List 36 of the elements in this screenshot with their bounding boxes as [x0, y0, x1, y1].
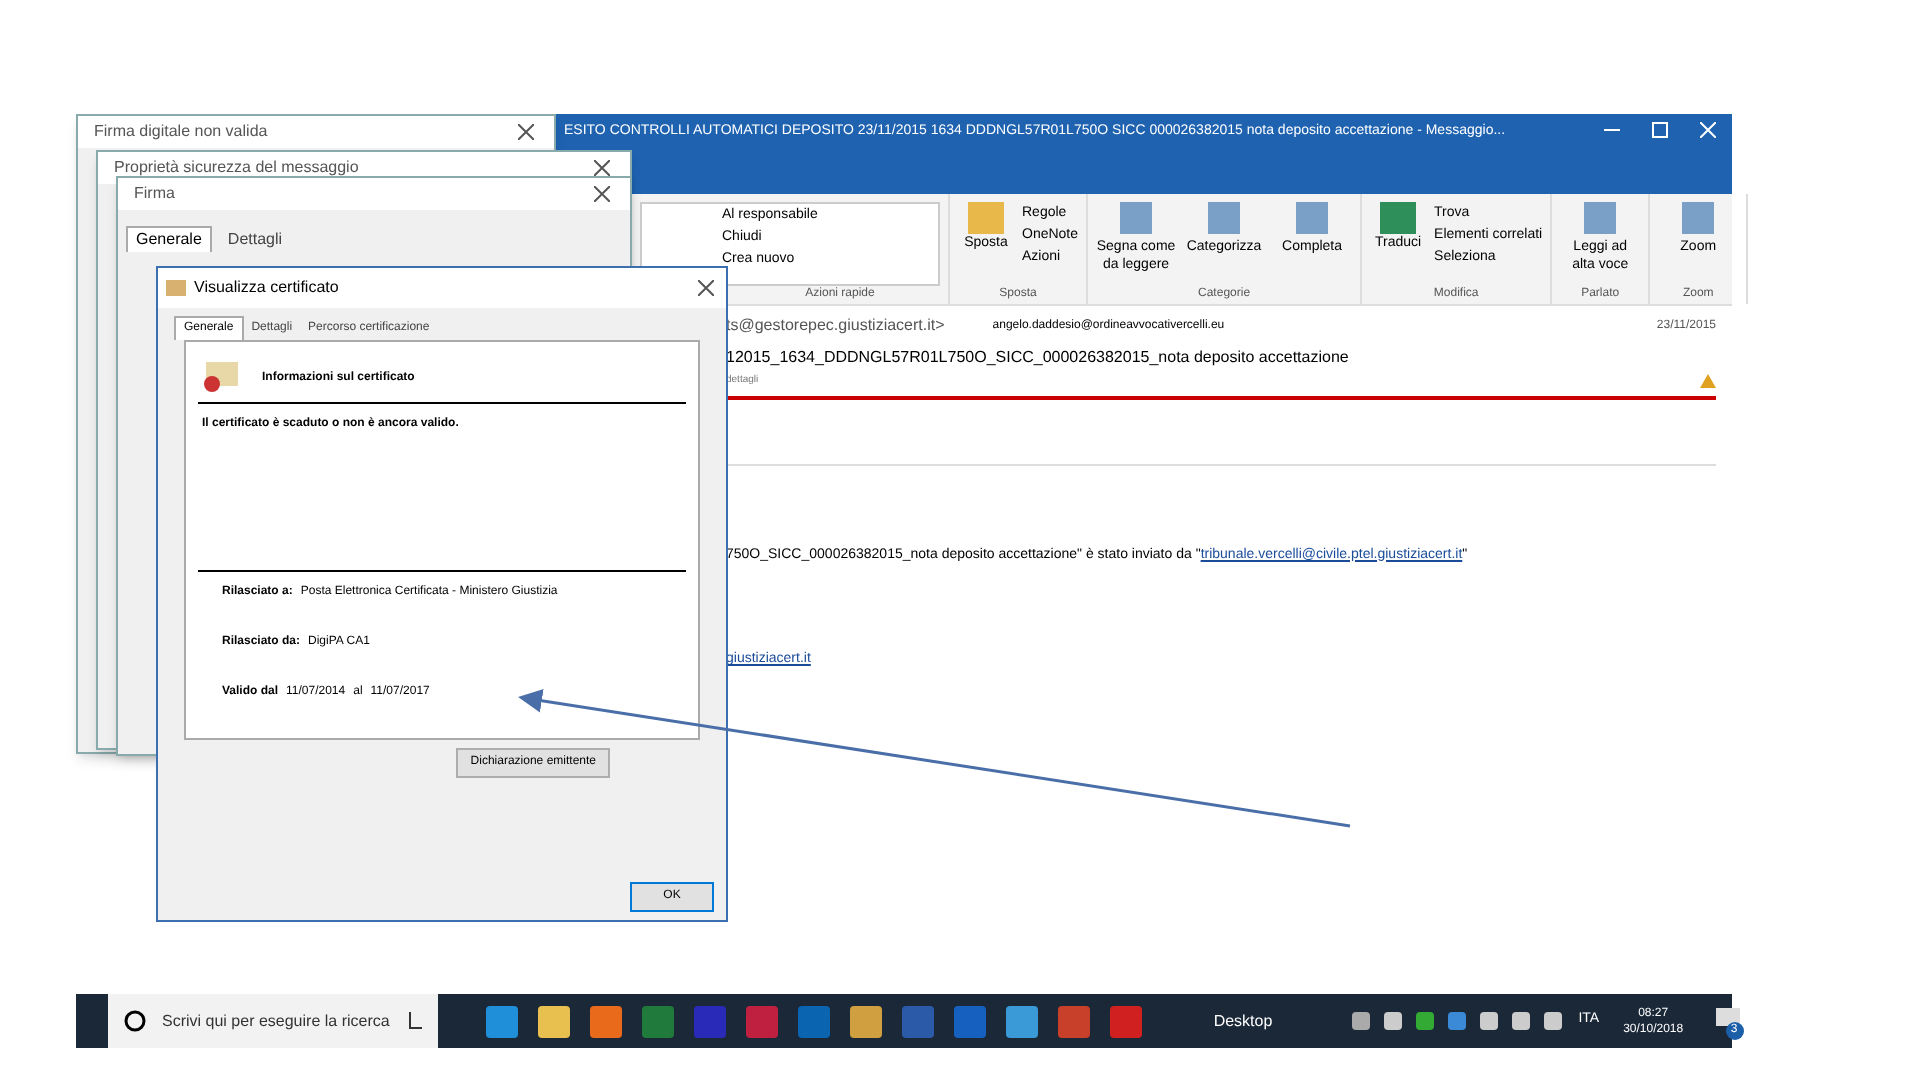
app-icon[interactable]	[537, 1005, 570, 1037]
warning-icon	[1700, 374, 1716, 389]
dialog-tab[interactable]: Dettagli	[219, 226, 291, 252]
ribbon-icon	[1584, 202, 1617, 234]
dialog-title: Firma digitale non valida	[94, 120, 268, 144]
ribbon-icon	[1208, 202, 1241, 234]
ribbon-icon	[1120, 202, 1153, 234]
search-field[interactable]: Scrivi qui per eseguire la ricerca	[108, 994, 438, 1048]
dialog-tab[interactable]: Generale	[126, 226, 212, 252]
app-icon[interactable]	[1005, 1005, 1038, 1037]
close-button[interactable]	[694, 276, 718, 300]
search-icon	[124, 1010, 146, 1032]
close-button[interactable]	[590, 156, 614, 180]
app-icon[interactable]	[589, 1005, 622, 1037]
sender-address: ts@gestorepec.giustiziacert.it>	[726, 314, 945, 338]
close-button[interactable]	[590, 182, 614, 206]
app-icon[interactable]	[485, 1005, 518, 1037]
close-icon	[698, 280, 714, 296]
close-button[interactable]	[514, 120, 538, 144]
folder-icon	[968, 202, 1004, 234]
close-icon	[518, 124, 534, 140]
app-icon[interactable]	[849, 1005, 882, 1037]
dialog-title: Firma	[134, 182, 175, 206]
ribbon-icon	[1296, 202, 1329, 234]
close-icon	[594, 160, 610, 176]
desktop-toolbar[interactable]: Desktop	[1213, 1009, 1273, 1033]
ribbon-icon	[1682, 202, 1715, 234]
certificate-error-icon	[202, 362, 238, 394]
close-icon[interactable]	[1700, 122, 1716, 138]
search-placeholder: Scrivi qui per eseguire la ricerca	[162, 1009, 390, 1033]
dialog-title: Proprietà sicurezza del messaggio	[114, 156, 359, 180]
message-icon	[1715, 1007, 1740, 1031]
close-icon	[594, 186, 610, 202]
maximize-icon[interactable]	[1652, 122, 1668, 138]
message-subject: 12015_1634_DDDNGL57R01L750O_SICC_000026382015_nota deposito accettazione	[726, 346, 1351, 370]
dialog-title: Visualizza certificato	[194, 276, 339, 300]
